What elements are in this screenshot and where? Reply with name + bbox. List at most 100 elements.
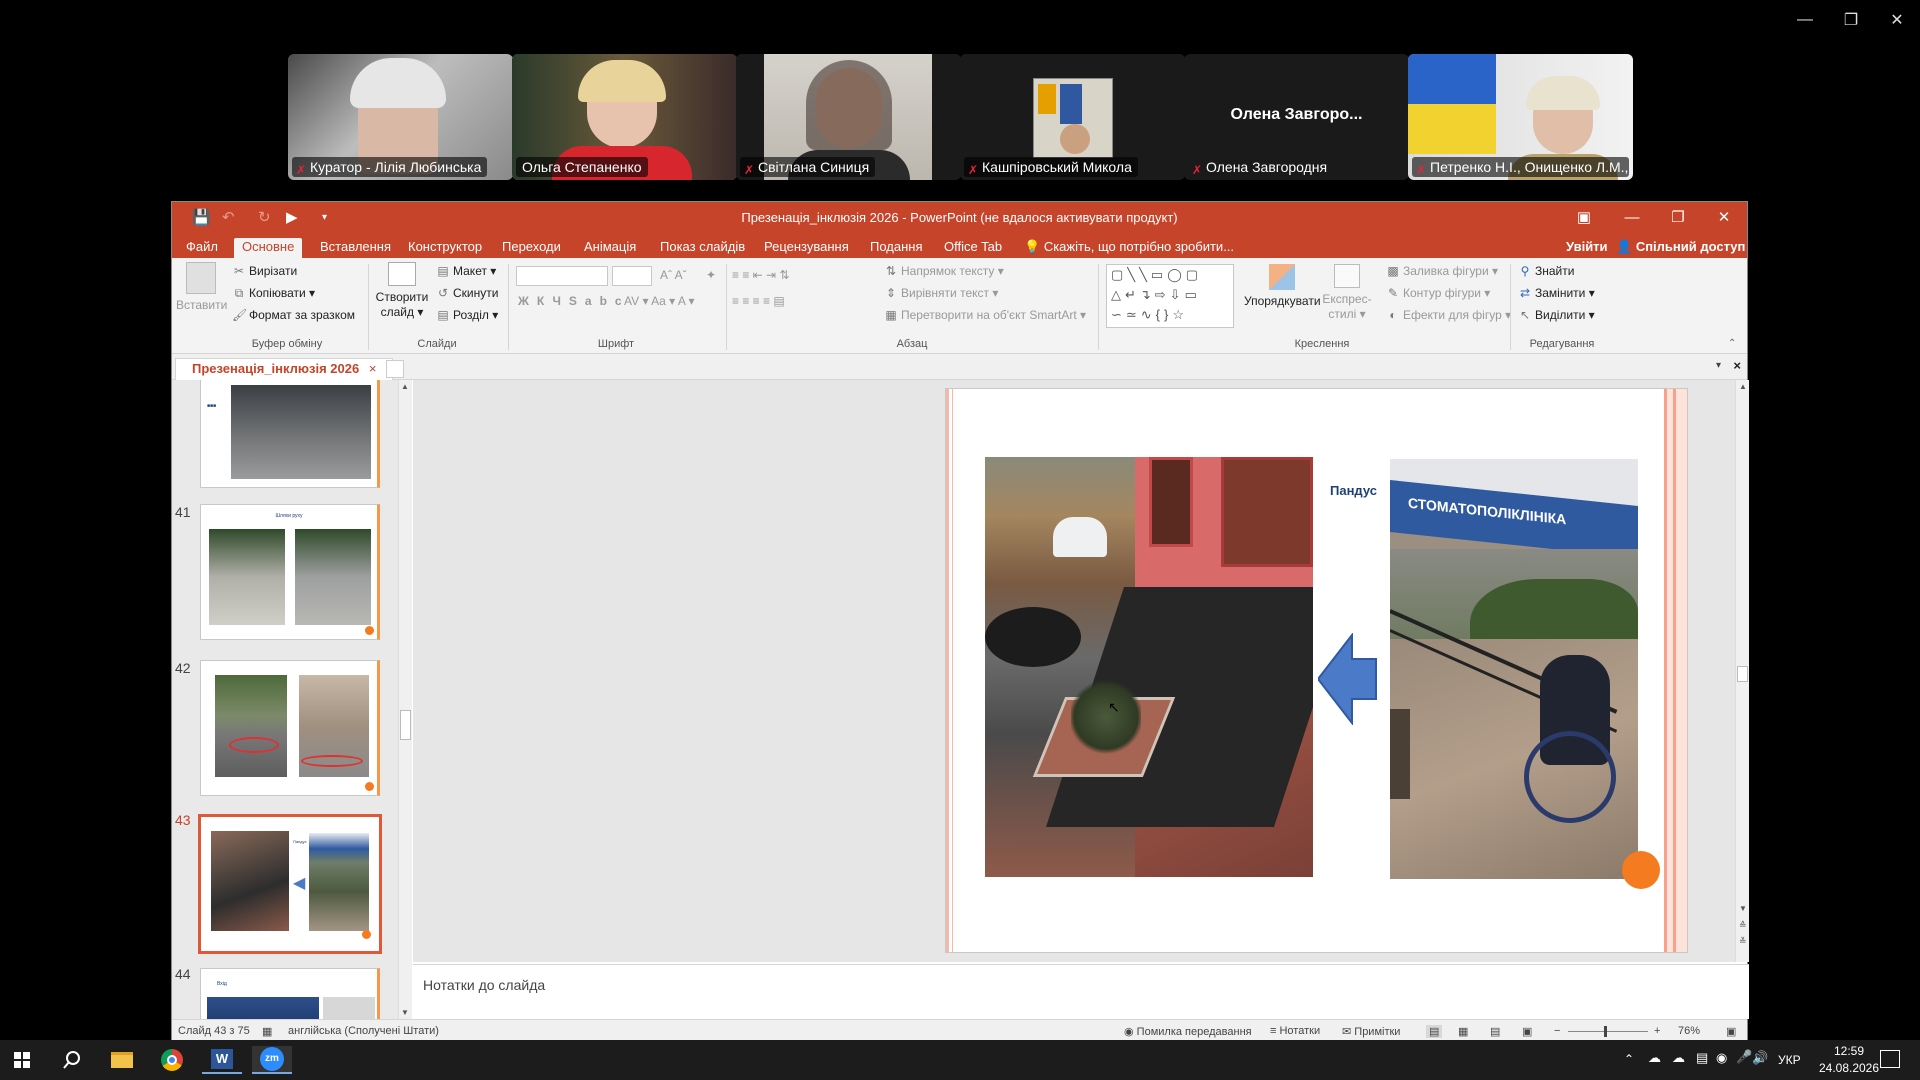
slide-scrollbar[interactable]: ▲ ▼ ≙ ≚ xyxy=(1735,380,1749,962)
char-spacing-icon[interactable]: AV ▾ Aa ▾ A ▾ xyxy=(624,294,695,308)
slideshow-view-icon[interactable]: ▣ xyxy=(1522,1025,1532,1038)
notifications-icon[interactable] xyxy=(1880,1050,1900,1068)
participant-tile-active-speaker[interactable]: Ольга Степаненко xyxy=(512,54,737,180)
microphone-icon[interactable]: 🎤 xyxy=(1736,1049,1752,1065)
tabs-menu-icon[interactable]: ▾ xyxy=(1716,360,1721,371)
transmit-error-button[interactable]: ◉ Помилка передавання xyxy=(1124,1025,1252,1038)
document-tab[interactable]: Презенація_інклюзія 2026 × xyxy=(175,358,394,380)
clock[interactable]: 12:59 24.08.2026 xyxy=(1812,1043,1886,1077)
shape-effects-button[interactable]: ◐ Ефекти для фігур ▾ xyxy=(1386,308,1511,322)
font-size-combo[interactable] xyxy=(612,266,652,286)
align-text-button[interactable]: ⇕ Вирівняти текст ▾ xyxy=(884,286,998,300)
share-button[interactable]: 👤 Спільний доступ xyxy=(1612,238,1749,258)
copy-button[interactable]: ⧉ Копіювати ▾ xyxy=(232,286,315,301)
minimize-button[interactable]: — xyxy=(1612,206,1652,230)
network-off-icon[interactable]: ☁ xyxy=(1648,1050,1661,1066)
smartart-button[interactable]: ▦ Перетворити на об'єкт SmartArt ▾ xyxy=(884,308,1086,322)
security-icon[interactable]: ◉ xyxy=(1716,1050,1727,1066)
volume-icon[interactable]: 🔊 xyxy=(1752,1050,1768,1066)
new-slide-button[interactable]: Створити слайд ▾ xyxy=(374,262,430,320)
participant-tile[interactable]: ✗ Кашпіровський Микола xyxy=(960,54,1185,180)
slide-sorter-icon[interactable]: ▦ xyxy=(1458,1025,1468,1038)
shapes-gallery[interactable]: ▢╲╲▭◯▢ △↵↴⇨⇩▭ ∽≃∿{}☆ xyxy=(1106,264,1234,328)
reset-button[interactable]: ↺ Скинути xyxy=(436,286,498,300)
align-icons[interactable]: ≡ ≡ ≡ ≡ ▤ xyxy=(732,294,785,308)
cut-button[interactable]: ✂ Вирізати xyxy=(232,264,297,278)
new-tab-button[interactable] xyxy=(386,360,404,378)
tab-home[interactable]: Основне xyxy=(234,238,303,258)
slide-thumbnail[interactable]: Вхід xyxy=(200,968,380,1019)
clear-format-icon[interactable]: ✦ xyxy=(706,268,716,282)
scrollbar-thumb[interactable] xyxy=(1737,666,1748,682)
zoom-out-button[interactable]: − xyxy=(1554,1025,1560,1037)
zoom-close-button[interactable]: ✕ xyxy=(1874,0,1920,40)
text-direction-button[interactable]: ⇅ Напрямок тексту ▾ xyxy=(884,264,1004,278)
shape-outline-button[interactable]: ✎ Контур фігури ▾ xyxy=(1386,286,1490,300)
grow-font-icon[interactable]: Aˆ Aˇ xyxy=(660,268,687,282)
close-button[interactable]: ✕ xyxy=(1704,206,1744,230)
layout-button[interactable]: ▤ Макет ▾ xyxy=(436,264,496,278)
tab-insert[interactable]: Вставлення xyxy=(316,238,395,258)
scroll-up-icon[interactable]: ▲ xyxy=(1739,382,1747,391)
section-button[interactable]: ▤ Розділ ▾ xyxy=(436,308,498,322)
network-icon[interactable]: ▤ xyxy=(1696,1050,1708,1066)
scroll-down-icon[interactable]: ▼ xyxy=(401,1008,409,1017)
search-button[interactable] xyxy=(52,1046,92,1074)
tray-chevron-icon[interactable]: ⌃ xyxy=(1624,1052,1634,1066)
tab-design[interactable]: Конструктор xyxy=(404,238,486,258)
collapse-ribbon-icon[interactable]: ⌃ xyxy=(1728,338,1736,349)
chrome-button[interactable] xyxy=(152,1046,192,1074)
close-all-tabs-icon[interactable]: × xyxy=(1733,358,1741,373)
notes-pane[interactable]: Нотатки до слайда xyxy=(413,964,1749,1019)
maximize-button[interactable]: ❐ xyxy=(1658,206,1698,230)
slide-thumbnail[interactable]: ■■■ xyxy=(200,380,380,488)
language-indicator[interactable]: англійська (Сполучені Штати) xyxy=(288,1025,439,1037)
next-slide-icon[interactable]: ≚ xyxy=(1739,936,1747,947)
zoom-app-button[interactable]: zm xyxy=(252,1046,292,1074)
slide-thumbnail[interactable]: Шляхи руху xyxy=(200,504,380,640)
comments-button[interactable]: ✉ Примітки xyxy=(1342,1025,1400,1038)
normal-view-icon[interactable]: ▤ xyxy=(1426,1025,1443,1038)
tell-me-box[interactable]: 💡 Скажіть, що потрібно зробити... xyxy=(1020,238,1238,258)
zoom-slider-thumb[interactable] xyxy=(1604,1026,1607,1037)
slide-thumbnail[interactable] xyxy=(200,660,380,796)
zoom-level[interactable]: 76% xyxy=(1678,1025,1700,1037)
onedrive-icon[interactable]: ☁ xyxy=(1672,1050,1685,1066)
scroll-down-icon[interactable]: ▼ xyxy=(1739,904,1747,913)
bullets-icon[interactable]: ≡ ≡ ⇤ ⇥ ⇅ xyxy=(732,268,790,282)
ribbon-display-options-icon[interactable]: ▣ xyxy=(1564,206,1604,230)
fit-slide-icon[interactable]: ▣ xyxy=(1726,1025,1736,1038)
tab-slideshow[interactable]: Показ слайдів xyxy=(656,238,749,258)
word-button[interactable]: W xyxy=(202,1046,242,1074)
format-painter-button[interactable]: 🖌 Формат за зразком xyxy=(232,308,355,322)
participant-tile[interactable]: ✗ Петренко Н.І., Онищенко Л.М., ... xyxy=(1408,54,1633,180)
quick-styles-button[interactable]: Експрес-стилі ▾ xyxy=(1322,264,1372,322)
participant-tile[interactable]: ✗ Куратор - Лілія Любинська xyxy=(288,54,513,180)
tab-view[interactable]: Подання xyxy=(866,238,927,258)
photo-clinic-ramp[interactable]: СТОМАТОПОЛІКЛІНІКА xyxy=(1390,459,1638,879)
previous-slide-icon[interactable]: ≙ xyxy=(1739,920,1747,931)
zoom-in-button[interactable]: + xyxy=(1654,1025,1660,1037)
current-slide[interactable]: Пандус СТОМАТОПОЛІКЛІНІКА ↖ xyxy=(945,388,1688,953)
tab-office-tab[interactable]: Office Tab xyxy=(940,238,1006,258)
signin-button[interactable]: Увійти xyxy=(1562,238,1612,258)
find-button[interactable]: ⚲ Знайти xyxy=(1518,264,1575,278)
replace-button[interactable]: ⇄ Замінити ▾ xyxy=(1518,286,1595,300)
slide-thumbnail-current[interactable]: ◀ Пандус xyxy=(198,814,382,954)
scrollbar-thumb[interactable] xyxy=(400,710,411,740)
notes-button[interactable]: ≡ Нотатки xyxy=(1270,1025,1320,1037)
arrange-button[interactable]: Упорядкувати xyxy=(1244,264,1321,308)
spelling-icon[interactable]: ▦ xyxy=(262,1025,272,1038)
paste-button[interactable]: Вставити xyxy=(176,262,227,312)
photo-restaurant-entrance[interactable] xyxy=(985,457,1313,877)
zoom-slider[interactable] xyxy=(1568,1026,1648,1037)
keyboard-language[interactable]: УКР xyxy=(1778,1053,1801,1067)
tab-file[interactable]: Файл xyxy=(182,238,222,258)
start-button[interactable] xyxy=(2,1046,42,1074)
tab-animations[interactable]: Анімація xyxy=(580,238,640,258)
shape-fill-button[interactable]: ▩ Заливка фігури ▾ xyxy=(1386,264,1498,278)
close-tab-icon[interactable]: × xyxy=(369,361,377,376)
participant-tile[interactable]: ✗ Світлана Синиця xyxy=(736,54,961,180)
file-explorer-button[interactable] xyxy=(102,1046,142,1074)
select-button[interactable]: ↖ Виділити ▾ xyxy=(1518,308,1595,322)
